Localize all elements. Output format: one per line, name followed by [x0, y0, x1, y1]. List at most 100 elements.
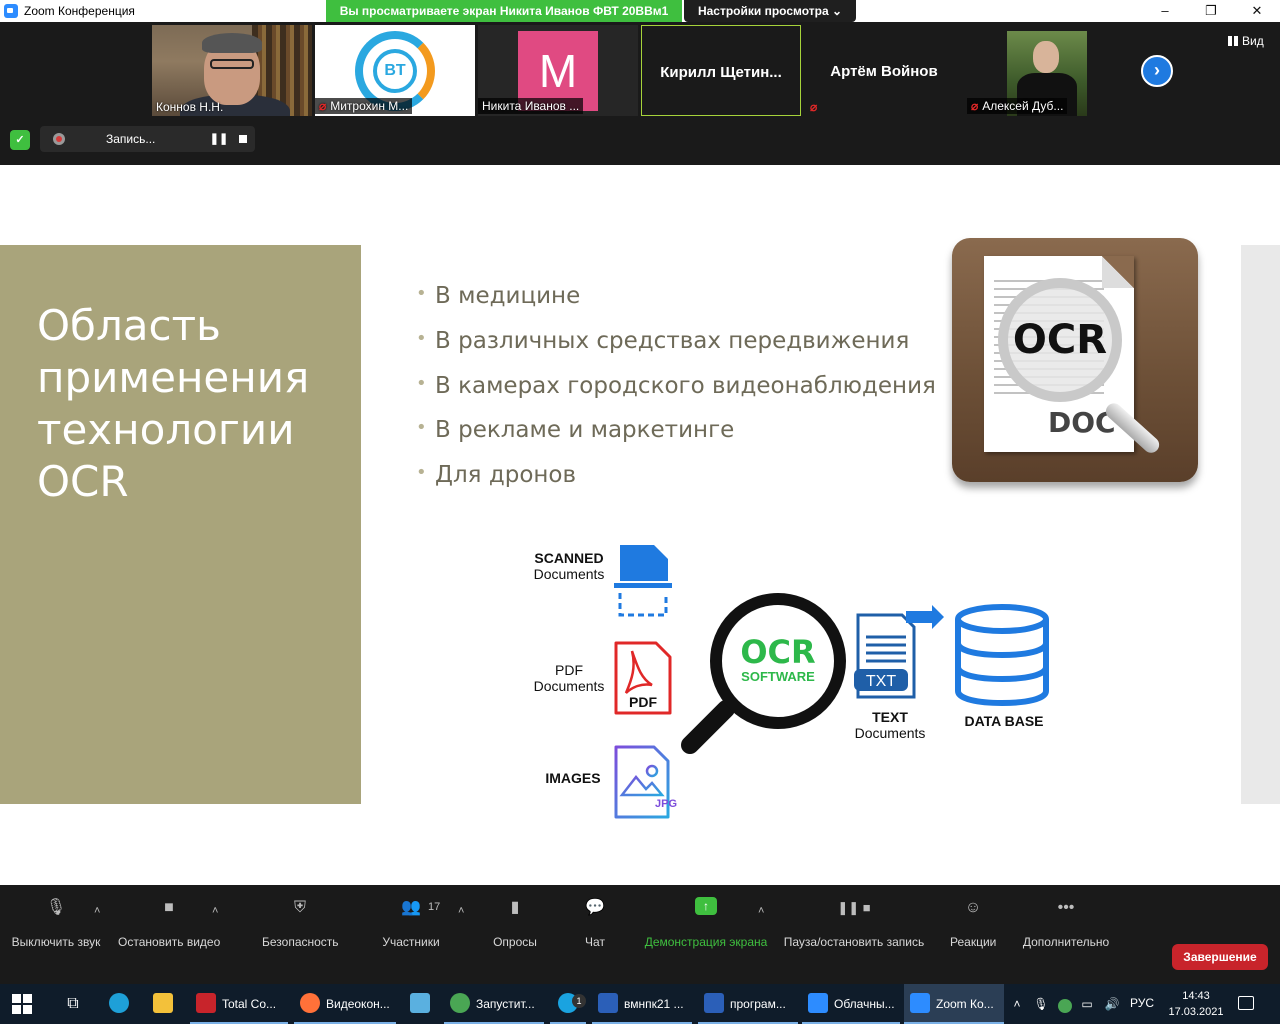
word-icon	[704, 993, 724, 1013]
taskbar-app-label: Запустит...	[476, 997, 535, 1011]
jpg-badge: JPG	[655, 798, 677, 810]
system-clock[interactable]: 14:43 17.03.2021	[1160, 988, 1232, 1020]
end-meeting-button[interactable]: Завершение	[1172, 944, 1268, 970]
reactions-icon: ☺	[964, 899, 982, 916]
database-label-text: DATA BASE	[964, 713, 1044, 729]
participants-label: Участники	[382, 935, 440, 949]
participant-tile-active[interactable]: Кирилл Щетин...	[641, 25, 801, 116]
total-commander-icon	[196, 993, 216, 1013]
more-button[interactable]: ••• Дополнительно	[1021, 899, 1111, 949]
share-banner: Вы просматриваете экран Никита Иванов ФВ…	[326, 0, 682, 22]
taskbar-app-label: вмнпк21 ...	[624, 997, 684, 1011]
notepad-icon[interactable]	[402, 984, 438, 1024]
recording-dot-icon	[53, 133, 65, 145]
taskbar-app[interactable]: Total Co...	[190, 984, 288, 1024]
mute-button[interactable]: 🎙 ˄ Выключить звук	[10, 899, 102, 949]
list-item: В камерах городского видеонаблюдения	[416, 373, 936, 418]
participant-tile[interactable]: Коннов Н.Н.	[152, 25, 312, 116]
polls-label: Опросы	[493, 935, 537, 949]
share-screen-icon: ↑	[695, 897, 717, 915]
scanned-label-line2: Documents	[533, 566, 605, 582]
taskbar-app[interactable]: Видеокон...	[294, 984, 396, 1024]
polls-button[interactable]: ▮ Опросы	[493, 899, 537, 949]
participant-tile[interactable]: Артём Войнов ⌀	[804, 25, 964, 116]
window-title: Zoom Конференция	[24, 4, 135, 18]
pdf-badge: PDF	[629, 694, 657, 710]
muted-mic-icon: ⌀	[971, 99, 979, 113]
taskbar-app[interactable]: програм...	[698, 984, 798, 1024]
clock-time: 14:43	[1182, 990, 1210, 1002]
images-label: IMAGES	[540, 770, 606, 786]
chevron-up-icon[interactable]: ˄	[212, 905, 218, 917]
security-tray-icon[interactable]	[1056, 984, 1074, 1024]
database-label: DATA BASE	[954, 713, 1054, 729]
view-button[interactable]: Вид	[1228, 34, 1264, 48]
notifications-icon[interactable]	[1238, 996, 1254, 1010]
security-shield-icon[interactable]: ✓	[10, 130, 30, 150]
bt-logo-text: BT	[373, 49, 417, 93]
chat-button[interactable]: 💬 Чат	[584, 899, 606, 949]
taskbar-app-active[interactable]: Zoom Ко...	[904, 984, 1004, 1024]
participant-tile[interactable]: M Никита Иванов ...	[478, 25, 638, 116]
chevron-up-icon[interactable]: ˄	[94, 905, 100, 917]
share-screen-button[interactable]: ↑ ˄ Демонстрация экрана	[644, 897, 768, 949]
zoom-icon	[910, 993, 930, 1013]
skype-icon[interactable]: 1	[550, 984, 586, 1024]
maximize-button[interactable]: ❐	[1188, 0, 1234, 22]
windows-start-icon[interactable]	[12, 994, 32, 1014]
taskbar-app[interactable]: вмнпк21 ...	[592, 984, 692, 1024]
task-view-icon[interactable]: ⧉	[58, 984, 88, 1024]
scanned-label: SCANNED Documents	[528, 550, 610, 582]
glasses	[210, 59, 254, 69]
pdf-label-line1: PDF	[555, 662, 583, 678]
participant-tile[interactable]: BT ⌀ Митрохин М...	[315, 25, 475, 116]
taskbar-app-label: програм...	[730, 997, 786, 1011]
list-item: В различных средствах передвижения	[416, 328, 936, 373]
zoom-icon	[4, 4, 18, 18]
next-page-arrow-icon[interactable]: ›	[1141, 55, 1173, 87]
participant-name: ⌀ Алексей Дуб...	[967, 98, 1068, 114]
pause-recording-button[interactable]: ❚❚ ■ Пауза/остановить запись	[783, 900, 925, 949]
microphone-tray-icon[interactable]: 🎙	[1032, 984, 1050, 1024]
stop-video-button[interactable]: ■ ˄ Остановить видео	[118, 899, 221, 949]
participants-button[interactable]: 👥 17 ˄ Участники	[382, 899, 464, 949]
video-label: Остановить видео	[118, 935, 221, 949]
chevron-up-icon[interactable]: ˄	[458, 905, 464, 917]
firefox-icon	[300, 993, 320, 1013]
zoom-icon	[808, 993, 828, 1013]
muted-mic-icon: ⌀	[810, 100, 818, 114]
file-explorer-icon[interactable]	[148, 984, 178, 1024]
chevron-up-icon[interactable]: ˄	[758, 905, 764, 917]
video-camera-icon: ■	[164, 899, 174, 916]
pdf-file-icon: PDF	[614, 641, 672, 715]
minimize-button[interactable]: –	[1142, 0, 1188, 22]
pause-recording-button[interactable]: ❚❚	[208, 128, 230, 150]
participant-name-text: Алексей Дуб...	[982, 99, 1064, 113]
view-label: Вид	[1242, 34, 1264, 48]
edge-icon[interactable]	[104, 984, 134, 1024]
security-button[interactable]: ⛨ Безопасность	[262, 899, 339, 949]
more-label: Дополнительно	[1022, 935, 1110, 949]
shared-screen: Область применения технологии OCR В меди…	[0, 165, 1280, 885]
software-text: SOFTWARE	[741, 669, 815, 684]
speaker-icon[interactable]: 🔊	[1102, 984, 1122, 1024]
language-indicator[interactable]: РУС	[1130, 996, 1154, 1010]
list-item: В медицине	[416, 283, 936, 328]
txt-document-icon: TXT	[854, 605, 944, 699]
slide-title-panel: Область применения технологии OCR	[0, 245, 361, 804]
reactions-button[interactable]: ☺ Реакции	[950, 899, 997, 949]
network-icon[interactable]: ▭	[1078, 984, 1096, 1024]
meeting-toolbar: 🎙 ˄ Выключить звук ■ ˄ Остановить видео …	[0, 885, 1280, 984]
view-settings-label: Настройки просмотра	[697, 4, 829, 18]
stop-recording-button[interactable]	[232, 128, 254, 150]
taskbar-app[interactable]: Облачны...	[802, 984, 900, 1024]
recording-bar: Запись... ❚❚	[40, 126, 255, 152]
chevron-up-icon[interactable]: ˄	[1008, 984, 1026, 1024]
view-settings-button[interactable]: Настройки просмотра ⌄	[684, 0, 856, 22]
taskbar-app-label: Zoom Ко...	[936, 997, 994, 1011]
taskbar-app[interactable]: Запустит...	[444, 984, 544, 1024]
participant-tile[interactable]: ⌀ Алексей Дуб...	[967, 25, 1127, 116]
chrome-icon	[450, 993, 470, 1013]
close-button[interactable]: ✕	[1234, 0, 1280, 22]
reactions-label: Реакции	[950, 935, 997, 949]
